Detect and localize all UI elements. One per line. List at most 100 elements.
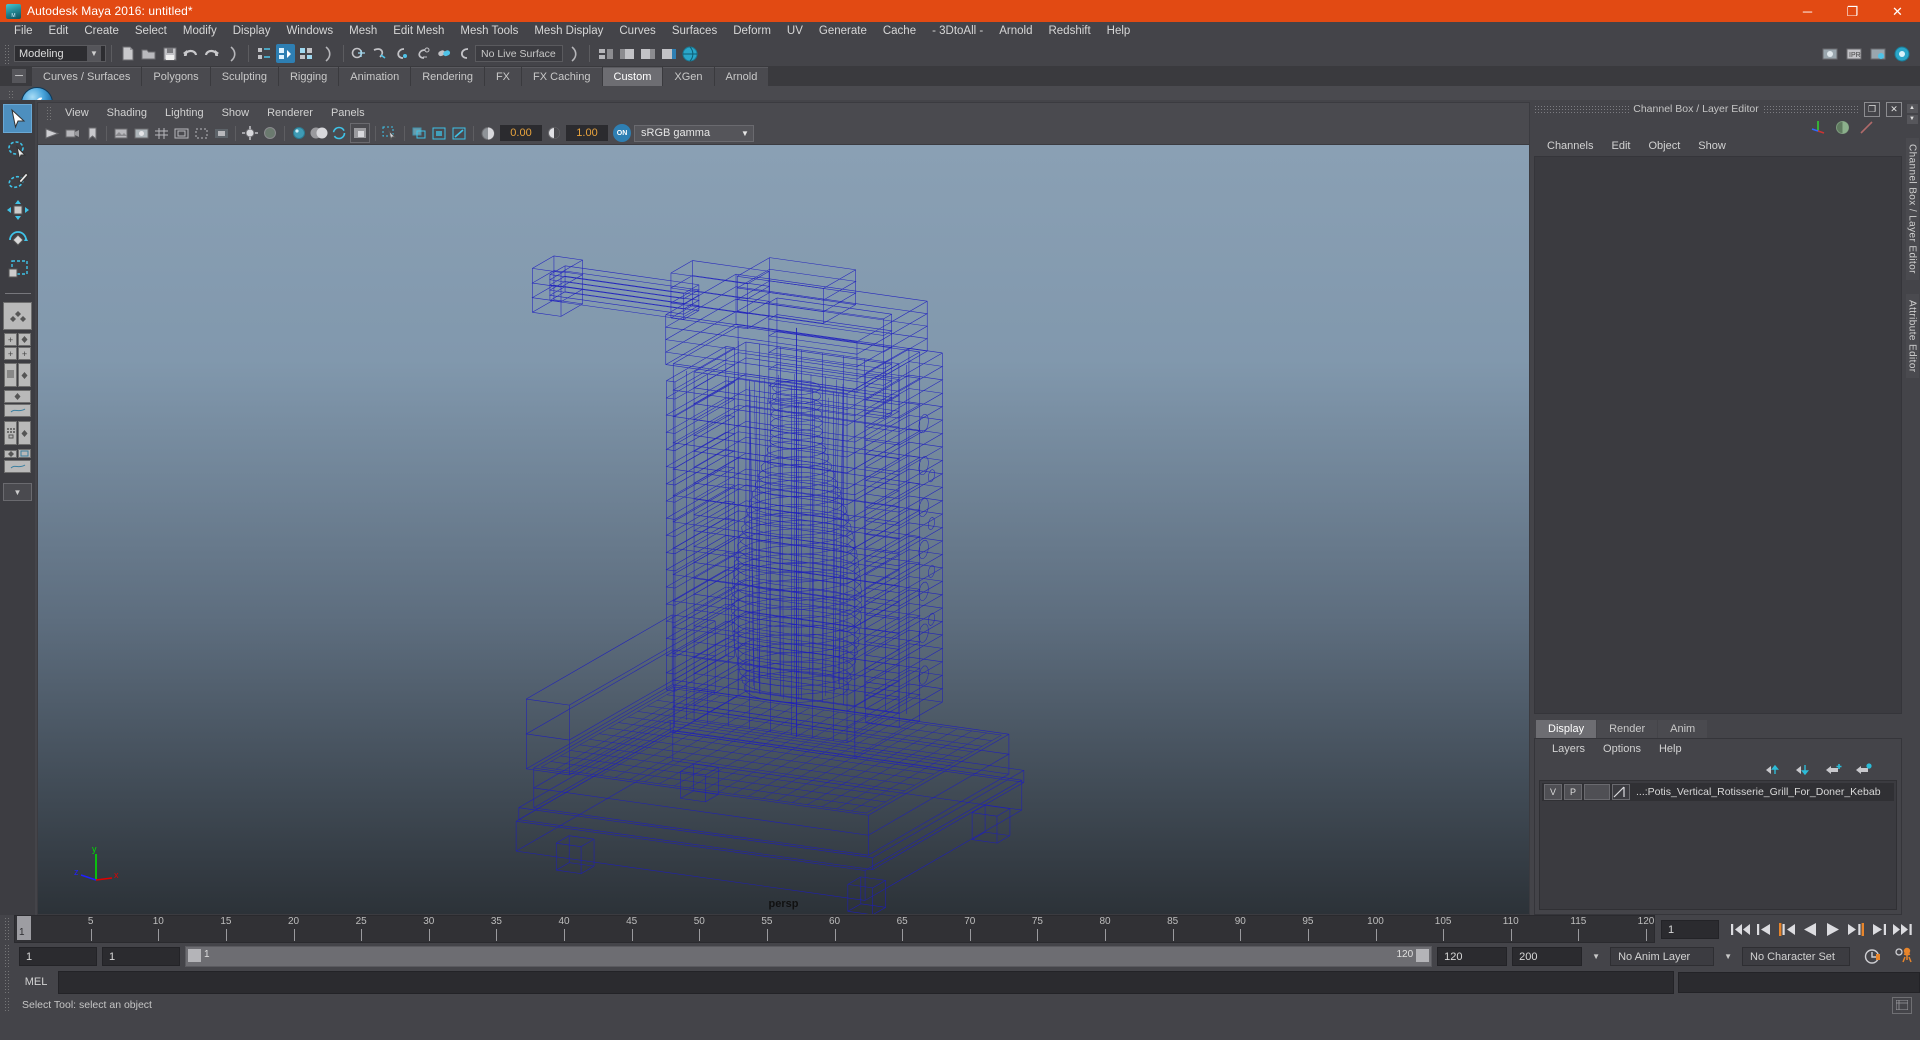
shelf-collapse-icon[interactable]: ─ [12,69,26,83]
diagonal-line-icon[interactable] [1859,120,1874,135]
range-slider[interactable]: 1 120 [185,945,1433,967]
live-surface-field[interactable]: No Live Surface [475,45,563,62]
layer-menu-layers[interactable]: Layers [1543,743,1594,755]
close-icon[interactable]: ✕ [1875,0,1920,22]
panel-menu-lighting[interactable]: Lighting [156,107,213,119]
manipulator-axis-icon[interactable] [1810,119,1826,135]
shelf-tab-animation[interactable]: Animation [339,67,411,86]
select-by-component-type-icon[interactable] [297,44,316,63]
layout-persp-pane-2[interactable] [18,421,31,445]
select-camera-icon[interactable] [43,124,61,142]
layer-display-type-icon[interactable] [1612,784,1630,800]
layer-menu-options[interactable]: Options [1594,743,1650,755]
xray-select-icon[interactable] [381,124,399,142]
undo-icon[interactable] [181,44,200,63]
make-live-icon[interactable] [455,44,474,63]
viewport-3d[interactable]: y x z persp [37,144,1530,915]
panel-grip[interactable] [46,105,52,120]
tool-move[interactable] [4,196,31,223]
cb-menu-channels[interactable]: Channels [1538,140,1602,152]
scene-sphere-icon[interactable] [680,44,699,63]
cb-menu-edit[interactable]: Edit [1602,140,1639,152]
next-key-icon[interactable] [1848,922,1864,937]
undock-icon[interactable]: ❐ [1864,101,1880,117]
time-slider[interactable]: 1 5 10 15 20 25 30 35 40 45 50 55 60 65 70 75 80 85 90 95 1… [14,915,1655,943]
panel-menu-show[interactable]: Show [213,107,259,119]
layout-cell-tr[interactable] [18,333,31,346]
layout-cell-tl[interactable]: + [4,333,17,346]
panel-menu-view[interactable]: View [56,107,98,119]
snap-to-projected-center-icon[interactable] [413,44,432,63]
half-circle-icon[interactable] [1835,120,1850,135]
layout-four-view[interactable]: + + + [4,333,31,360]
new-layer-from-selected-icon[interactable] [1855,762,1873,776]
tool-paint-select[interactable] [4,166,31,193]
xray-active-components-icon[interactable] [450,124,468,142]
statusbar-grip[interactable] [4,43,11,64]
two-d-pan-zoom-icon[interactable] [132,124,150,142]
anim-layer-selector[interactable]: No Anim Layer [1610,946,1715,966]
snap-to-point-icon[interactable] [392,44,411,63]
side-tab-channel-box[interactable]: Channel Box / Layer Editor [1905,138,1919,280]
range-right-handle[interactable] [1416,948,1430,962]
film-gate-icon[interactable] [172,124,190,142]
shadows-icon[interactable] [350,123,370,143]
layout-graph-bottom[interactable] [4,404,31,417]
layout-persp-graph[interactable] [4,390,31,418]
exposure-value[interactable]: 0.00 [500,125,542,141]
gamma-icon[interactable] [545,124,563,142]
scroll-down-icon[interactable]: ▼ [1906,115,1918,124]
time-slider-grip[interactable] [4,917,10,941]
layout-outliner-persp[interactable] [4,363,31,387]
menu-help[interactable]: Help [1099,22,1139,41]
layout-persp-pane[interactable] [18,363,31,387]
shelf-tab-custom[interactable]: Custom [602,67,663,86]
image-plane-icon[interactable] [112,124,130,142]
character-set-chevron-icon[interactable]: ▼ [1719,952,1737,961]
shelf-tab-rendering[interactable]: Rendering [411,67,484,86]
help-line-grip[interactable] [4,997,10,1013]
menu-display[interactable]: Display [225,22,279,41]
color-profile-selector[interactable]: sRGB gamma ▼ [634,124,754,142]
layout-outliner-small[interactable] [18,449,31,458]
animation-preferences-icon[interactable] [1863,948,1883,965]
layout-hypershade-persp[interactable] [4,421,31,445]
ipr-render-icon[interactable]: IPR [1844,44,1863,63]
maximize-icon[interactable]: ❐ [1830,0,1875,22]
gate-mask-icon[interactable] [212,124,230,142]
save-scene-icon[interactable] [160,44,179,63]
anim-start-field[interactable]: 1 [102,946,180,966]
toggle-attribute-editor-icon[interactable] [638,44,657,63]
scroll-up-icon[interactable]: ▲ [1906,104,1918,113]
snap-to-view-plane-icon[interactable] [434,44,453,63]
redo-icon[interactable] [202,44,221,63]
time-slider-playhead[interactable]: 1 [17,916,31,940]
layer-menu-help[interactable]: Help [1650,743,1691,755]
layout-outliner-pane[interactable] [4,363,17,387]
animation-end-field[interactable]: 200 [1512,946,1583,966]
menu-mesh-display[interactable]: Mesh Display [526,22,611,41]
layout-more-icon[interactable]: ▼ [3,483,32,501]
grid-toggle-icon[interactable] [152,124,170,142]
go-to-end-icon[interactable] [1893,922,1912,937]
shelf-tab-rigging[interactable]: Rigging [278,67,339,86]
toggle-channel-box-icon[interactable] [659,44,678,63]
close-panel-icon[interactable]: ✕ [1886,101,1902,117]
menu-redshift[interactable]: Redshift [1040,22,1098,41]
new-layer-icon[interactable] [1825,763,1843,776]
snap-to-curve-icon[interactable] [371,44,390,63]
panel-menu-panels[interactable]: Panels [322,107,374,119]
layout-cell-bl[interactable]: + [4,347,17,360]
command-response-field[interactable] [1678,971,1920,993]
gamma-value[interactable]: 1.00 [566,125,608,141]
menu-windows[interactable]: Windows [278,22,341,41]
command-line-grip[interactable] [4,970,10,994]
menu-cache[interactable]: Cache [875,22,924,41]
mask-chevron-icon[interactable] [318,44,337,63]
render-view-icon[interactable] [1820,44,1839,63]
menu-generate[interactable]: Generate [811,22,875,41]
menu-deform[interactable]: Deform [725,22,779,41]
live-chevron-icon[interactable] [564,44,583,63]
side-tab-attribute-editor[interactable]: Attribute Editor [1905,293,1919,379]
menu-edit-mesh[interactable]: Edit Mesh [385,22,452,41]
